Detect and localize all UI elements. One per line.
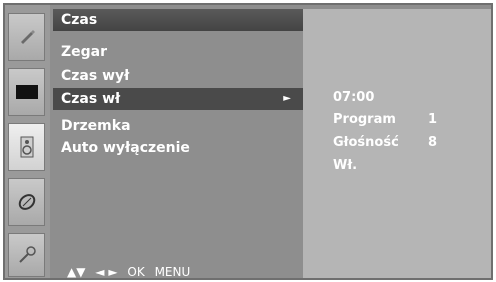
tv-osd-menu: Czas Zegar Czas wył Czas wł ► Drzemka Au… [3, 3, 493, 280]
ok-hint: OK [127, 265, 145, 279]
volume-value: 8 [428, 135, 438, 150]
menu-item-label: Auto wyłączenie [61, 140, 190, 156]
program-label: Program [333, 112, 396, 127]
clock-icon[interactable] [8, 178, 45, 226]
on-state-value: Wł. [333, 158, 358, 173]
picture-icon[interactable] [8, 13, 45, 61]
menu-hint: MENU [154, 265, 191, 279]
updown-arrows-icon: ▲▼ [67, 265, 86, 279]
screen-icon[interactable] [8, 68, 45, 116]
category-icon-column [5, 5, 50, 278]
menu-item-label: Czas wył [61, 68, 130, 84]
menu-item-zegar[interactable]: Zegar [53, 41, 303, 63]
submenu-arrow-icon: ► [283, 93, 291, 104]
menu-item-czas-wl[interactable]: Czas wł ► [53, 88, 303, 110]
key-icon[interactable] [8, 233, 45, 277]
speaker-icon[interactable] [8, 123, 45, 171]
menu-list: Zegar Czas wył Czas wł ► Drzemka Auto wy… [53, 31, 304, 263]
menu-item-czas-wyl[interactable]: Czas wył [53, 65, 303, 87]
menu-item-drzemka[interactable]: Drzemka [53, 115, 303, 137]
nav-hint-bar: ▲▼ ◄ ► OK MENU [53, 262, 303, 279]
leftright-arrows-icon: ◄ ► [95, 265, 118, 279]
menu-item-label: Zegar [61, 44, 108, 60]
volume-label: Głośność [333, 135, 399, 150]
menu-title: Czas [53, 9, 303, 31]
menu-item-label: Drzemka [61, 118, 131, 134]
timer-detail-panel: 07:00 Program 1 Głośność 8 Wł. [303, 9, 491, 278]
menu-item-label: Czas wł [61, 91, 121, 107]
program-value: 1 [428, 112, 438, 127]
menu-item-auto-wylaczenie[interactable]: Auto wyłączenie [53, 137, 303, 159]
on-time-value: 07:00 [333, 90, 375, 105]
